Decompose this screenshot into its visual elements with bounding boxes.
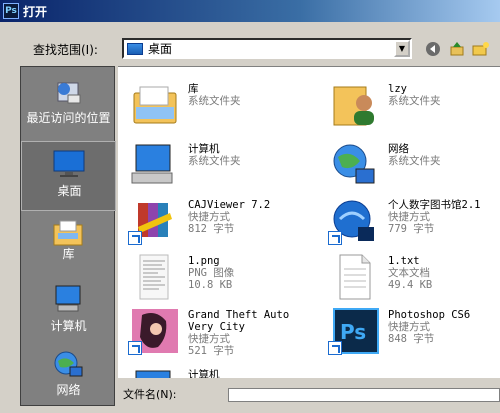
file-size: 848 字节 bbox=[388, 333, 435, 345]
window-title: 打开 bbox=[23, 4, 48, 19]
place-computer[interactable]: 计算机 bbox=[21, 277, 116, 347]
place-desktop[interactable]: 桌面 bbox=[21, 141, 116, 211]
file-type: 文本文档 bbox=[388, 267, 430, 279]
computer-icon bbox=[131, 144, 173, 184]
list-item[interactable]: 计算机 系统文件夹 bbox=[120, 137, 320, 193]
list-item[interactable]: Grand Theft Auto Very City 快捷方式 521 字节 bbox=[120, 303, 320, 359]
file-type: 快捷方式 bbox=[388, 211, 430, 223]
list-item[interactable]: CAJViewer 7.2 快捷方式 812 字节 bbox=[120, 193, 320, 249]
file-name: Grand Theft Auto bbox=[188, 309, 290, 321]
file-size: 812 字节 bbox=[188, 223, 235, 235]
list-item[interactable]: 库 系统文件夹 bbox=[120, 77, 320, 133]
library-icon bbox=[53, 220, 83, 246]
shortcut-arrow-icon bbox=[128, 341, 142, 355]
file-type: 系统文件夹 bbox=[388, 155, 441, 167]
file-type: 快捷方式 bbox=[188, 211, 230, 223]
dropdown-arrow-icon[interactable]: ▼ bbox=[394, 40, 410, 57]
place-computer-label: 计算机 bbox=[50, 319, 87, 333]
place-libraries[interactable]: 库 bbox=[21, 211, 116, 281]
list-item[interactable]: 1.txt 文本文档 49.4 KB bbox=[320, 249, 500, 305]
shortcut-arrow-icon bbox=[328, 231, 342, 245]
file-type: 系统文件夹 bbox=[388, 95, 441, 107]
file-type: 快捷方式 bbox=[188, 333, 230, 345]
desktop-icon bbox=[127, 42, 143, 55]
svg-text:Ps: Ps bbox=[340, 320, 366, 344]
file-size: 49.4 KB bbox=[388, 279, 433, 291]
list-item[interactable]: 1.png PNG 图像 10.8 KB bbox=[120, 249, 320, 305]
list-item[interactable]: 网络 系统文件夹 bbox=[320, 137, 500, 193]
computer-icon bbox=[55, 285, 81, 312]
user-folder-icon bbox=[333, 86, 374, 126]
place-recent[interactable]: 最近访问的位置 bbox=[21, 71, 116, 141]
text-document-icon bbox=[339, 254, 371, 300]
file-type: PNG 图像 bbox=[188, 267, 235, 279]
file-name: Photoshop CS6 bbox=[388, 309, 471, 321]
back-button[interactable] bbox=[424, 40, 442, 58]
network-icon bbox=[54, 351, 83, 377]
file-size: 779 字节 bbox=[388, 223, 435, 235]
open-dialog: Ps 打开 查找范围(I): 桌面 ▼ 最近访问的位置 桌面 库 计算机 网络 … bbox=[0, 0, 500, 406]
file-name: CAJViewer 7.2 bbox=[188, 199, 271, 211]
up-folder-icon bbox=[450, 42, 464, 56]
places-bar: 最近访问的位置 桌面 库 计算机 网络 bbox=[20, 66, 116, 406]
place-libraries-label: 库 bbox=[62, 247, 75, 261]
network-icon bbox=[333, 144, 375, 184]
place-network-label: 网络 bbox=[56, 383, 81, 397]
list-item[interactable]: lzy 系统文件夹 bbox=[320, 77, 500, 133]
file-name-line2: Very City bbox=[188, 321, 245, 333]
png-thumbnail-icon bbox=[139, 254, 169, 300]
shortcut-arrow-icon bbox=[128, 231, 142, 245]
list-item[interactable]: 计算机 bbox=[120, 363, 320, 379]
place-desktop-label: 桌面 bbox=[57, 184, 82, 198]
file-type: 系统文件夹 bbox=[188, 155, 241, 167]
title-bar[interactable]: Ps 打开 bbox=[0, 0, 500, 22]
place-recent-label: 最近访问的位置 bbox=[26, 111, 111, 125]
file-name: lzy bbox=[388, 83, 407, 95]
file-size: 521 字节 bbox=[188, 345, 235, 357]
filename-row: 文件名(N): bbox=[118, 378, 500, 402]
new-folder-icon bbox=[472, 42, 489, 56]
library-folder-icon bbox=[133, 86, 177, 124]
file-type: 快捷方式 bbox=[388, 321, 430, 333]
shortcut-arrow-icon bbox=[328, 341, 342, 355]
file-type: 系统文件夹 bbox=[188, 95, 241, 107]
file-name: 1.png bbox=[188, 255, 220, 267]
file-size: 10.8 KB bbox=[188, 279, 233, 291]
file-list[interactable]: 库 系统文件夹 lzy 系统文件夹 计算机 系统文件夹 网络 系统文件夹 CAJ… bbox=[118, 66, 500, 379]
back-arrow-icon bbox=[426, 42, 440, 56]
list-item[interactable]: 个人数字图书馆2.1 快捷方式 779 字节 bbox=[320, 193, 500, 249]
file-name: 计算机 bbox=[188, 143, 220, 155]
new-folder-button[interactable] bbox=[472, 40, 490, 58]
file-name: 网络 bbox=[388, 143, 409, 155]
recent-places-icon bbox=[57, 82, 81, 104]
file-name: 1.txt bbox=[388, 255, 420, 267]
desktop-icon bbox=[53, 150, 85, 177]
look-in-dropdown[interactable]: 桌面 ▼ bbox=[122, 38, 412, 59]
photoshop-app-icon: Ps bbox=[3, 3, 19, 19]
file-name: 个人数字图书馆2.1 bbox=[388, 199, 481, 211]
up-folder-button[interactable] bbox=[448, 40, 466, 58]
look-in-row: 查找范围(I): 桌面 ▼ bbox=[0, 36, 500, 62]
look-in-value: 桌面 bbox=[148, 42, 173, 56]
look-in-label: 查找范围(I): bbox=[33, 43, 98, 57]
file-name: 库 bbox=[188, 83, 199, 95]
list-item[interactable]: Ps Photoshop CS6 快捷方式 848 字节 bbox=[320, 303, 500, 359]
place-network[interactable]: 网络 bbox=[21, 343, 116, 413]
